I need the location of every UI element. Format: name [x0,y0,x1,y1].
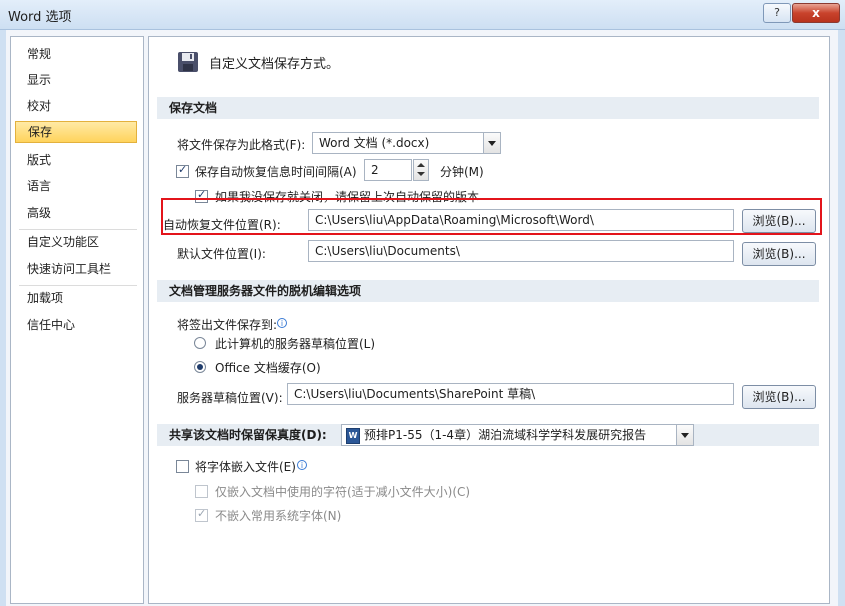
nav-divider [19,285,137,286]
options-nav: 常规 显示 校对 保存 版式 语言 高级 自定义功能区 快速访问工具栏 加载项 … [10,36,144,604]
autorecover-minutes-input[interactable]: 2 [364,159,412,181]
autorecover-checkbox[interactable] [176,163,189,178]
embed-used-chars-checkbox[interactable] [195,485,208,498]
nav-item-trust-center[interactable]: 信任中心 [15,314,137,336]
section-save-documents: 保存文档 [157,97,819,119]
server-drafts-browse-button[interactable]: 浏览(B)... [742,385,816,409]
server-drafts-input[interactable]: C:\Users\liu\Documents\SharePoint 草稿\ [287,383,734,405]
nav-item-proofing[interactable]: 校对 [15,95,137,117]
autorecover-label: 保存自动恢复信息时间间隔(A) [195,165,357,179]
nav-item-advanced[interactable]: 高级 [15,202,137,224]
spin-down-icon [417,172,425,176]
fidelity-document-dropdown[interactable]: W 预排P1-55（1-4章）湖泊流域科学学科发展研究报告 [341,424,694,446]
default-browse-button[interactable]: 浏览(B)... [742,242,816,266]
radio-server-drafts[interactable] [194,337,206,349]
nav-divider [19,229,137,230]
save-format-dropdown[interactable]: Word 文档 (*.docx) [312,132,501,154]
chevron-down-icon [483,133,500,153]
section-offline-editing: 文档管理服务器文件的脱机编辑选项 [157,280,819,302]
radio-office-cache[interactable] [194,361,206,373]
embed-fonts-checkbox[interactable] [176,460,189,473]
server-drafts-label: 服务器草稿位置(V): [177,391,283,405]
spin-up-icon [417,163,425,167]
close-button[interactable]: x [792,3,840,23]
radio-server-drafts-label: 此计算机的服务器草稿位置(L) [215,337,376,351]
info-icon: i [277,318,287,328]
page-description: 自定义文档保存方式。 [209,57,340,72]
save-format-value: Word 文档 (*.docx) [319,136,430,150]
no-common-fonts-label: 不嵌入常用系统字体(N) [215,509,342,523]
nav-item-quick-access[interactable]: 快速访问工具栏 [15,258,137,280]
radio-office-cache-label: Office 文档缓存(O) [215,361,321,375]
options-content: 自定义文档保存方式。 保存文档 将文件保存为此格式(F): Word 文档 (*… [148,36,830,604]
chevron-down-icon [676,425,693,445]
embed-fonts-label: 将字体嵌入文件(E) [195,460,296,474]
default-location-label: 默认文件位置(I): [177,247,266,261]
highlight-box [161,198,822,235]
nav-item-general[interactable]: 常规 [15,43,137,65]
no-common-fonts-checkbox[interactable] [195,507,208,522]
info-icon: i [297,460,307,470]
fidelity-document-value: 预排P1-55（1-4章）湖泊流域科学学科发展研究报告 [364,428,647,442]
nav-item-customize-ribbon[interactable]: 自定义功能区 [15,231,137,253]
title-bar: Word 选项 ? x [0,0,845,30]
nav-item-save[interactable]: 保存 [15,121,137,143]
save-format-label: 将文件保存为此格式(F): [177,138,306,152]
embed-used-chars-label: 仅嵌入文档中使用的字符(适于减小文件大小)(C) [215,485,471,499]
nav-item-language[interactable]: 语言 [15,175,137,197]
nav-item-layout[interactable]: 版式 [15,149,137,171]
minutes-spinner[interactable] [413,159,429,181]
help-button[interactable]: ? [763,3,791,23]
word-document-icon: W [346,428,360,444]
floppy-disk-icon [178,52,198,72]
nav-item-addins[interactable]: 加载项 [15,287,137,309]
minutes-label: 分钟(M) [440,165,484,179]
nav-item-display[interactable]: 显示 [15,69,137,91]
checkout-label: 将签出文件保存到: [177,318,278,332]
window-title: Word 选项 [8,10,72,25]
default-location-input[interactable]: C:\Users\liu\Documents\ [308,240,734,262]
